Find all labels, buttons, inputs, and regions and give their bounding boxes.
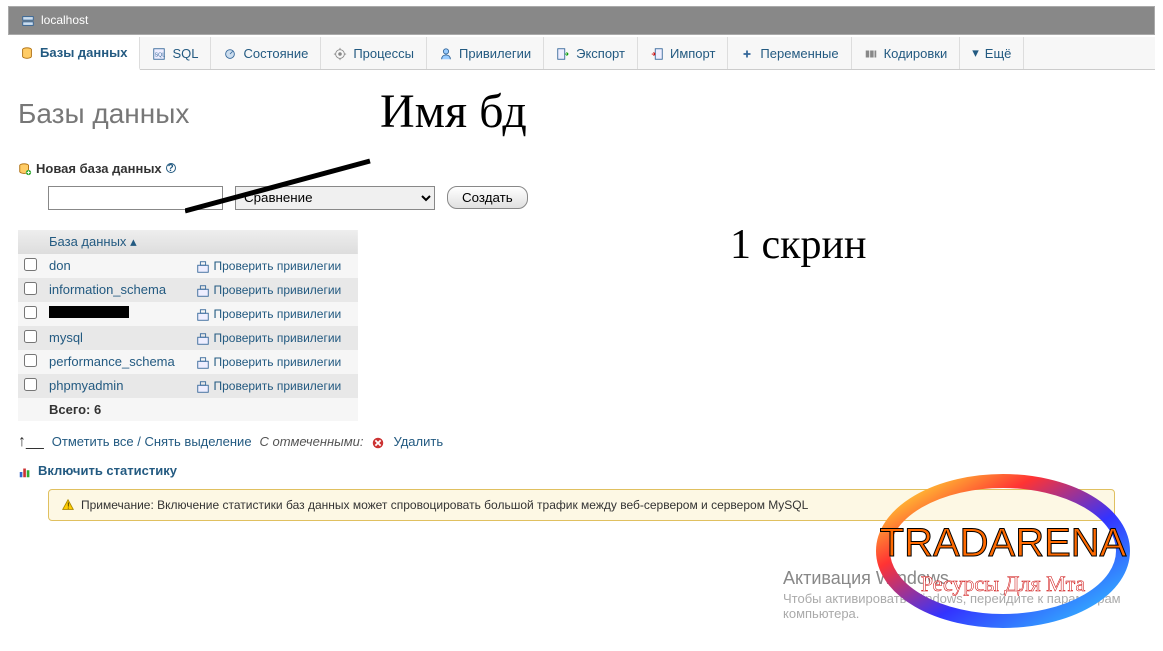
row-checkbox[interactable] bbox=[24, 282, 37, 295]
windows-activation-notice: Активация Windows Чтобы активировать Win… bbox=[783, 568, 1143, 621]
privileges-icon bbox=[196, 283, 210, 297]
check-all-link[interactable]: Отметить все / Снять выделение bbox=[52, 434, 252, 449]
breadcrumb-server[interactable]: localhost bbox=[41, 13, 88, 27]
server-icon bbox=[21, 13, 35, 28]
new-database-header: Новая база данных ? bbox=[18, 160, 1145, 176]
svg-text:SQL: SQL bbox=[155, 53, 166, 59]
collation-select[interactable]: Сравнение bbox=[235, 186, 435, 210]
table-row: phpmyadmin Проверить привилегии bbox=[18, 374, 358, 398]
delete-button[interactable]: Удалить bbox=[393, 434, 443, 449]
privileges-icon bbox=[196, 259, 210, 273]
tab-charsets[interactable]: Кодировки bbox=[852, 37, 961, 70]
database-icon bbox=[20, 45, 34, 61]
check-privileges-link[interactable]: Проверить привилегии bbox=[196, 331, 341, 345]
with-selected-label: С отмеченными: bbox=[260, 434, 364, 449]
sql-icon: SQL bbox=[152, 45, 166, 61]
processes-icon bbox=[333, 45, 347, 61]
privileges-icon bbox=[196, 355, 210, 369]
row-checkbox[interactable] bbox=[24, 258, 37, 271]
new-database-name-input[interactable] bbox=[48, 186, 223, 210]
table-row: Проверить привилегии bbox=[18, 302, 358, 326]
row-checkbox[interactable] bbox=[24, 354, 37, 367]
tab-sql[interactable]: SQL SQL bbox=[140, 37, 211, 70]
import-icon bbox=[650, 45, 664, 61]
row-checkbox[interactable] bbox=[24, 306, 37, 319]
row-checkbox[interactable] bbox=[24, 330, 37, 343]
tab-databases[interactable]: Базы данных bbox=[8, 37, 140, 71]
db-link[interactable]: phpmyadmin bbox=[49, 378, 123, 393]
database-table: База данных ▴ don Проверить привилегии i… bbox=[18, 230, 358, 421]
tab-privileges[interactable]: Привилегии bbox=[427, 37, 544, 70]
check-privileges-link[interactable]: Проверить привилегии bbox=[196, 307, 341, 321]
svg-text:!: ! bbox=[67, 502, 69, 511]
table-row: information_schema Проверить привилегии bbox=[18, 278, 358, 302]
tab-variables[interactable]: Переменные bbox=[728, 37, 851, 70]
db-link[interactable]: information_schema bbox=[49, 282, 166, 297]
sort-asc-icon: ▴ bbox=[130, 234, 137, 249]
statistics-note: ! Примечание: Включение статистики баз д… bbox=[48, 489, 1115, 522]
database-add-icon bbox=[18, 160, 32, 176]
tab-processes[interactable]: Процессы bbox=[321, 37, 427, 70]
create-button[interactable]: Создать bbox=[447, 186, 528, 209]
help-icon[interactable]: ? bbox=[166, 163, 176, 173]
check-privileges-link[interactable]: Проверить привилегии bbox=[196, 259, 341, 273]
tab-status[interactable]: Состояние bbox=[211, 37, 321, 70]
privileges-icon bbox=[196, 379, 210, 393]
check-privileges-link[interactable]: Проверить привилегии bbox=[196, 355, 341, 369]
variables-icon bbox=[740, 45, 754, 61]
row-checkbox[interactable] bbox=[24, 378, 37, 391]
table-row: performance_schema Проверить привилегии bbox=[18, 350, 358, 374]
status-icon bbox=[223, 45, 237, 61]
annotation-screenshot-label: 1 скрин bbox=[730, 221, 867, 269]
chart-icon bbox=[18, 463, 32, 479]
top-tabs: Базы данных SQL SQL Состояние Процессы П… bbox=[8, 37, 1155, 71]
table-footer: Всего: 6 bbox=[18, 398, 358, 421]
privileges-icon bbox=[196, 331, 210, 345]
table-row: don Проверить привилегии bbox=[18, 254, 358, 278]
privileges-icon bbox=[196, 307, 210, 321]
annotation-db-name-label: Имя бд bbox=[380, 84, 527, 139]
tab-export[interactable]: Экспорт bbox=[544, 37, 638, 70]
delete-icon bbox=[371, 434, 385, 450]
privileges-icon bbox=[439, 45, 453, 61]
export-icon bbox=[556, 45, 570, 61]
db-link[interactable]: mysql bbox=[49, 330, 83, 345]
charsets-icon bbox=[864, 45, 878, 61]
redacted-db-name bbox=[49, 306, 129, 318]
enable-statistics-link[interactable]: Включить статистику bbox=[18, 463, 1145, 479]
check-privileges-link[interactable]: Проверить привилегии bbox=[196, 379, 341, 393]
breadcrumb: localhost bbox=[8, 6, 1155, 35]
page-title: Базы данных bbox=[18, 98, 1145, 130]
table-row: mysql Проверить привилегии bbox=[18, 326, 358, 350]
check-privileges-link[interactable]: Проверить привилегии bbox=[196, 283, 341, 297]
col-header-database[interactable]: База данных ▴ bbox=[49, 234, 137, 249]
bulk-arrow-icon: ↑__ bbox=[18, 433, 44, 451]
tab-more[interactable]: ▾ Ещё bbox=[960, 37, 1024, 70]
db-link[interactable]: performance_schema bbox=[49, 354, 175, 369]
chevron-down-icon: ▾ bbox=[972, 45, 979, 61]
warning-icon: ! bbox=[61, 498, 75, 513]
tab-import[interactable]: Импорт bbox=[638, 37, 728, 70]
db-link[interactable]: don bbox=[49, 258, 71, 273]
